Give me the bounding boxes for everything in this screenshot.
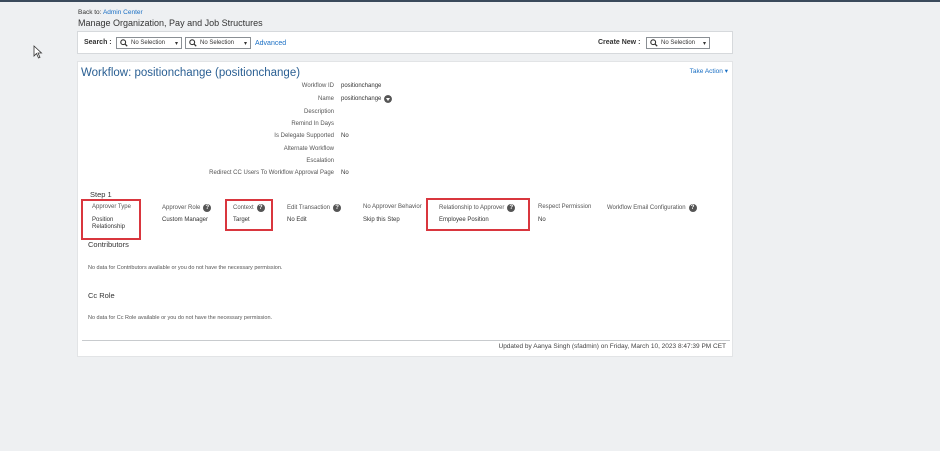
field-label-escalation: Escalation (306, 158, 334, 164)
page-title: Manage Organization, Pay and Job Structu… (78, 18, 263, 28)
search-icon (120, 39, 128, 47)
col-header-approver-role-label: Approver Role (162, 205, 201, 211)
mouse-cursor-icon (33, 45, 43, 59)
col-header-workflow-email-configuration: Workflow Email Configuration? (607, 204, 697, 212)
back-prefix: Back to: (78, 9, 102, 16)
create-new-select-value: No Selection (661, 40, 696, 46)
col-value-edit-transaction: No Edit (287, 217, 307, 223)
col-header-approver-role: Approver Role? (162, 204, 212, 212)
name-value-text: positionchange (341, 96, 382, 102)
take-action-menu[interactable]: Take Action ▾ (690, 67, 728, 75)
search-icon (650, 39, 658, 47)
field-value-workflow-id: positionchange (341, 83, 382, 89)
col-header-no-approver-behavior: No Approver Behavior (363, 204, 422, 210)
highlight-approver-type (81, 199, 141, 240)
help-icon[interactable]: ? (688, 204, 697, 212)
field-value-redirect-cc-users: No (341, 170, 349, 176)
col-value-respect-permission: No (538, 217, 546, 223)
search-select-1[interactable]: No Selection ▾ (116, 37, 182, 49)
col-header-workflow-email-configuration-label: Workflow Email Configuration (607, 205, 686, 211)
highlight-context (225, 199, 273, 231)
col-header-no-approver-behavior-label: No Approver Behavior (363, 204, 422, 210)
create-new-label: Create New : (598, 39, 641, 46)
col-header-respect-permission-label: Respect Permission (538, 204, 592, 210)
back-link-row: Back to: Admin Center (78, 9, 143, 16)
field-value-name: positionchange (341, 95, 393, 103)
help-icon[interactable]: ? (333, 204, 342, 212)
workflow-title: Workflow: positionchange (positionchange… (81, 67, 301, 79)
highlight-relationship-to-approver (426, 198, 530, 231)
step-title: Step 1 (90, 190, 112, 199)
updated-by-text: Updated by Aanya Singh (sfadmin) on Frid… (498, 343, 727, 350)
field-label-alternate-workflow: Alternate Workflow (283, 146, 334, 152)
translate-icon[interactable] (384, 95, 393, 103)
chevron-down-icon: ▾ (243, 41, 247, 47)
col-value-no-approver-behavior: Skip this Step (363, 217, 400, 223)
help-icon[interactable]: ? (203, 204, 212, 212)
search-label: Search : (84, 39, 112, 46)
field-label-description: Description (303, 109, 334, 115)
advanced-search-link[interactable]: Advanced (255, 40, 286, 47)
field-label-is-delegate-supported: Is Delegate Supported (274, 133, 334, 139)
search-select-1-value: No Selection (131, 40, 166, 46)
search-select-2-value: No Selection (200, 40, 235, 46)
contributors-empty-message: No data for Contributors available or yo… (88, 265, 283, 271)
col-value-approver-role: Custom Manager (162, 217, 209, 223)
take-action-label: Take Action (689, 68, 723, 75)
footer-divider (82, 340, 730, 341)
cc-role-title: Cc Role (88, 291, 115, 300)
search-icon (189, 39, 197, 47)
search-select-2[interactable]: No Selection ▾ (185, 37, 251, 49)
top-bar (0, 0, 940, 2)
col-header-edit-transaction-label: Edit Transaction (287, 205, 331, 211)
field-label-remind-in-days: Remind In Days (291, 121, 334, 127)
chevron-down-icon: ▾ (722, 68, 728, 75)
col-header-respect-permission: Respect Permission (538, 204, 591, 210)
admin-center-link[interactable]: Admin Center (103, 9, 143, 16)
cc-role-empty-message: No data for Cc Role available or you do … (88, 315, 273, 321)
field-label-workflow-id: Workflow ID (301, 83, 334, 89)
workflow-panel: Workflow: positionchange (positionchange… (77, 61, 733, 357)
field-label-redirect-cc-users: Redirect CC Users To Workflow Approval P… (209, 170, 334, 176)
search-panel: Search : No Selection ▾ No Selection ▾ A… (77, 31, 733, 54)
chevron-down-icon: ▾ (174, 41, 178, 47)
field-label-name: Name (317, 96, 334, 102)
field-value-is-delegate-supported: No (341, 133, 349, 139)
contributors-title: Contributors (88, 240, 129, 249)
create-new-select[interactable]: No Selection ▾ (646, 37, 710, 49)
chevron-down-icon: ▾ (702, 41, 706, 47)
col-header-edit-transaction: Edit Transaction? (287, 204, 342, 212)
